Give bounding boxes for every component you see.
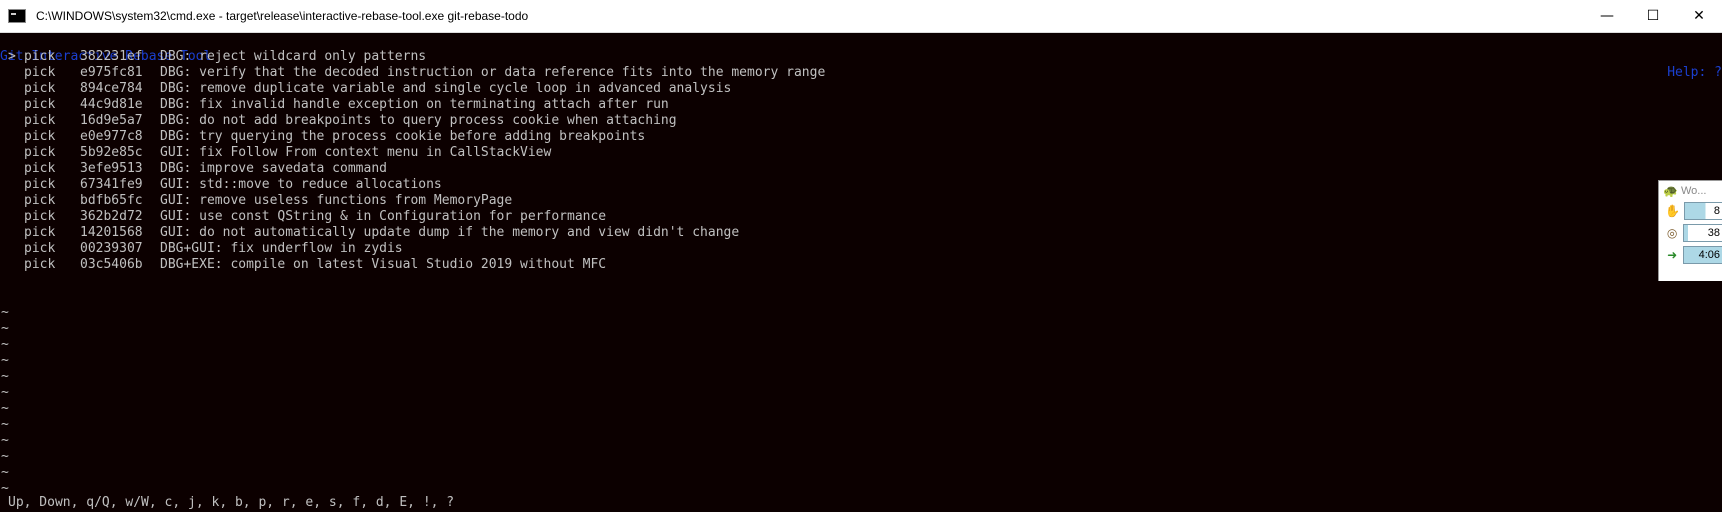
row-action: pick: [24, 257, 56, 272]
row-message: GUI: remove useless functions from Memor…: [160, 193, 513, 208]
row-message: GUI: std::move to reduce allocations: [160, 177, 442, 192]
todo-row[interactable]: pick 14201568 GUI: do not automatically up…: [0, 225, 825, 241]
title-bar[interactable]: C:\WINDOWS\system32\cmd.exe - target\rel…: [0, 0, 1722, 33]
todo-row[interactable]: pick 16d9e5a7 DBG: do not add breakpoints …: [0, 113, 825, 129]
todo-row[interactable]: pick 03c5406b DBG+EXE: compile on latest V…: [0, 257, 825, 273]
rebase-todo-list: > pick 382231ef DBG: reject wildcard only p…: [0, 49, 825, 273]
todo-row[interactable]: > pick 382231ef DBG: reject wildcard only p…: [0, 49, 825, 65]
help-hint: Help: ?: [1667, 65, 1722, 80]
row-action: pick: [24, 65, 56, 80]
cmd-icon: [8, 9, 26, 23]
empty-line-tilde: ~: [1, 433, 9, 448]
window-controls: — ☐ ✕: [1584, 0, 1722, 32]
empty-line-tilde: ~: [1, 305, 9, 320]
row-cursor: >: [8, 49, 16, 64]
row-action: pick: [24, 129, 56, 144]
floating-widget[interactable]: 🐢 Wo... ✋ 8 ◎ 38 ➜ 4:06: [1658, 180, 1722, 281]
todo-row[interactable]: pick 5b92e85c GUI: fix Follow From context…: [0, 145, 825, 161]
row-message: DBG: verify that the decoded instruction…: [160, 65, 826, 80]
row-hash: 67341fe9: [80, 177, 143, 192]
row-message: DBG: do not add breakpoints to query pro…: [160, 113, 677, 128]
maximize-button[interactable]: ☐: [1630, 0, 1676, 32]
todo-row[interactable]: pick 67341fe9 GUI: std::move to reduce all…: [0, 177, 825, 193]
row-action: pick: [24, 97, 56, 112]
row-message: DBG+GUI: fix underflow in zydis: [160, 241, 403, 256]
widget-title: Wo...: [1681, 185, 1707, 197]
row-action: pick: [24, 225, 56, 240]
row-action: pick: [24, 241, 56, 256]
row-hash: 382231ef: [80, 49, 143, 64]
row-hash: 14201568: [80, 225, 143, 240]
row-action: pick: [24, 209, 56, 224]
row-hash: 44c9d81e: [80, 97, 143, 112]
row-action: pick: [24, 177, 56, 192]
row-hash: 362b2d72: [80, 209, 143, 224]
widget-title-bar[interactable]: 🐢 Wo...: [1659, 181, 1722, 201]
row-action: pick: [24, 81, 56, 96]
empty-line-markers: ~ ~ ~ ~ ~ ~ ~ ~ ~ ~ ~ ~: [0, 305, 9, 497]
empty-line-tilde: ~: [1, 337, 9, 352]
todo-row[interactable]: pick 362b2d72 GUI: use const QString & in …: [0, 209, 825, 225]
row-message: DBG: improve savedata command: [160, 161, 387, 176]
empty-line-tilde: ~: [1, 449, 9, 464]
console-window: C:\WINDOWS\system32\cmd.exe - target\rel…: [0, 0, 1722, 512]
close-button[interactable]: ✕: [1676, 0, 1722, 32]
widget-row: ◎ 38: [1659, 223, 1722, 243]
row-message: GUI: do not automatically update dump if…: [160, 225, 740, 240]
row-action: pick: [24, 145, 56, 160]
key-help-footer: Up, Down, q/Q, w/W, c, j, k, b, p, r, e,…: [8, 495, 455, 510]
widget-value-bar: 4:06: [1683, 246, 1722, 264]
window-title: C:\WINDOWS\system32\cmd.exe - target\rel…: [36, 9, 529, 23]
todo-row[interactable]: pick bdfb65fc GUI: remove useless function…: [0, 193, 825, 209]
exit-icon: ➜: [1667, 248, 1678, 262]
row-hash: e975fc81: [80, 65, 143, 80]
row-message: DBG: try querying the process cookie bef…: [160, 129, 646, 144]
row-hash: e0e977c8: [80, 129, 143, 144]
todo-row[interactable]: pick 00239307 DBG+GUI: fix underflow in zy…: [0, 241, 825, 257]
row-message: DBG: fix invalid handle exception on ter…: [160, 97, 669, 112]
row-hash: 894ce784: [80, 81, 143, 96]
empty-line-tilde: ~: [1, 465, 9, 480]
widget-rows: ✋ 8 ◎ 38 ➜ 4:06: [1659, 201, 1722, 265]
todo-row[interactable]: pick 44c9d81e DBG: fix invalid handle exce…: [0, 97, 825, 113]
row-hash: 3efe9513: [80, 161, 143, 176]
widget-value-bar: 38: [1683, 224, 1722, 242]
row-hash: 03c5406b: [80, 257, 143, 272]
todo-row[interactable]: pick 3efe9513 DBG: improve savedata comman…: [0, 161, 825, 177]
hand-icon: ✋: [1665, 204, 1680, 218]
terminal-area[interactable]: Git Interactive Rebase Tool Help: ? > pic…: [0, 33, 1722, 512]
row-action: pick: [24, 193, 56, 208]
empty-line-tilde: ~: [1, 353, 9, 368]
row-message: GUI: fix Follow From context menu in Cal…: [160, 145, 552, 160]
turtle-icon: 🐢: [1663, 184, 1678, 198]
todo-row[interactable]: pick e0e977c8 DBG: try querying the proces…: [0, 129, 825, 145]
row-hash: 00239307: [80, 241, 143, 256]
widget-row: ✋ 8: [1659, 201, 1722, 221]
todo-row[interactable]: pick 894ce784 DBG: remove duplicate variab…: [0, 81, 825, 97]
tool-header: Git Interactive Rebase Tool Help: ?: [0, 33, 1722, 80]
row-hash: 5b92e85c: [80, 145, 143, 160]
minimize-button[interactable]: —: [1584, 0, 1630, 32]
coins-icon: ◎: [1666, 226, 1678, 240]
empty-line-tilde: ~: [1, 385, 9, 400]
todo-row[interactable]: pick e975fc81 DBG: verify that the decoded…: [0, 65, 825, 81]
row-message: DBG: remove duplicate variable and singl…: [160, 81, 732, 96]
widget-row: ➜ 4:06: [1659, 245, 1722, 265]
row-action: pick: [24, 49, 56, 64]
widget-value-bar: 8: [1683, 202, 1722, 220]
row-hash: bdfb65fc: [80, 193, 143, 208]
empty-line-tilde: ~: [1, 369, 9, 384]
empty-line-tilde: ~: [1, 401, 9, 416]
empty-line-tilde: ~: [1, 417, 9, 432]
row-message: DBG: reject wildcard only patterns: [160, 49, 427, 64]
row-action: pick: [24, 161, 56, 176]
row-hash: 16d9e5a7: [80, 113, 143, 128]
row-action: pick: [24, 113, 56, 128]
row-message: GUI: use const QString & in Configuratio…: [160, 209, 607, 224]
empty-line-tilde: ~: [1, 321, 9, 336]
row-message: DBG+EXE: compile on latest Visual Studio…: [160, 257, 607, 272]
